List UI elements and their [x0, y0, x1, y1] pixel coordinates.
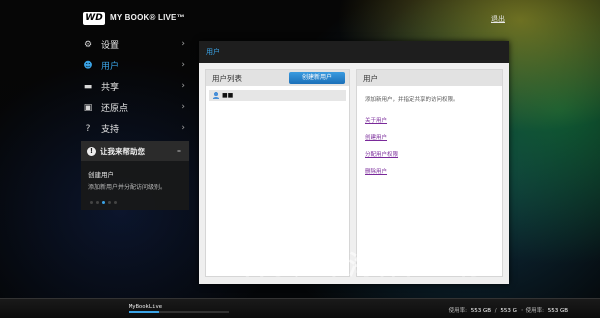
carousel-dot[interactable]	[96, 201, 99, 204]
sidebar-item-label: 用户	[101, 62, 120, 72]
sidebar-item-label: 支持	[101, 125, 120, 135]
status-bar: MyBookLive 使用率: 553 GB / 553 G ◦ 使用率: 55…	[0, 298, 600, 318]
sidebar-item-settings[interactable]: ⚙ 设置 ›	[81, 34, 189, 55]
wd-logo: WD	[83, 12, 105, 25]
carousel-dot[interactable]	[108, 201, 111, 204]
used-value: 553 GB	[547, 308, 568, 314]
user-info-header: 用户	[357, 70, 502, 86]
chevron-right-icon: ›	[181, 102, 185, 112]
capacity-bar-fill	[129, 311, 159, 313]
folder-icon: ▬	[83, 81, 93, 92]
gear-icon: ⚙	[83, 39, 93, 50]
user-icon	[213, 92, 219, 99]
carousel-dot[interactable]	[90, 201, 93, 204]
used-label: 使用率:	[525, 308, 544, 314]
carousel-dots	[90, 201, 117, 204]
collapse-icon[interactable]: –	[177, 146, 181, 155]
product-name: MY BOOK® LIVE™	[110, 13, 185, 22]
carousel-dot-active[interactable]	[102, 201, 105, 204]
logout-link[interactable]: 退出	[491, 14, 505, 24]
watermark-text: 石家庄市海森化工有	[240, 251, 484, 281]
chevron-right-icon: ›	[181, 39, 185, 49]
sidebar-item-users[interactable]: ☻ 用户 ›	[81, 55, 189, 76]
user-name: ■■	[222, 92, 234, 99]
total-value: 553 G	[500, 308, 517, 314]
user-list-header: 用户列表 创建新用户	[206, 70, 349, 86]
create-user-button[interactable]: 创建新用户	[289, 72, 345, 84]
sidebar-item-restore[interactable]: ▣ 还原点 ›	[81, 97, 189, 118]
chevron-right-icon: ›	[181, 123, 185, 133]
help-text: 添加新用户并分配访问级别。	[88, 184, 167, 191]
free-label: 使用率:	[448, 308, 467, 314]
sidebar-item-shares[interactable]: ▬ 共享 ›	[81, 76, 189, 97]
sidebar-item-label: 共享	[101, 83, 120, 93]
sidebar-item-label: 设置	[101, 41, 120, 51]
help-icon: ?	[85, 123, 91, 134]
sidebar-item-support[interactable]: ? 支持 ›	[81, 118, 189, 139]
delete-user-link[interactable]: 删除用户	[365, 167, 502, 175]
capacity-stats: 使用率: 553 GB / 553 G ◦ 使用率: 553 GB	[448, 308, 568, 314]
info-icon: !	[87, 146, 96, 156]
chevron-right-icon: ›	[181, 81, 185, 91]
free-value: 553 GB	[470, 308, 491, 314]
sidebar-nav: ⚙ 设置 › ☻ 用户 › ▬ 共享 › ▣ 还原点 › ? 支持 ›	[81, 34, 189, 139]
restore-icon: ▣	[83, 102, 93, 113]
user-info-description: 添加新用户，并指定共享的访问权限。	[365, 97, 459, 103]
user-list-item[interactable]: ■■	[209, 90, 346, 101]
user-list-title: 用户列表	[212, 73, 242, 83]
capacity-bar	[129, 311, 229, 313]
carousel-dot[interactable]	[114, 201, 117, 204]
device-name: MyBookLive	[129, 304, 163, 310]
user-icon: ☻	[83, 60, 93, 71]
help-panel: ! 让我来帮助您 – 创建用户 添加新用户并分配访问级别。	[81, 141, 189, 210]
sidebar-item-label: 还原点	[101, 104, 129, 114]
chevron-right-icon: ›	[181, 60, 185, 70]
help-panel-title: 让我来帮助您	[100, 146, 145, 156]
create-user-link[interactable]: 创建用户	[365, 133, 502, 141]
help-topic: 创建用户	[88, 171, 114, 179]
about-users-link[interactable]: 关于用户	[365, 116, 502, 124]
section-title: 用户	[199, 41, 509, 63]
help-panel-header[interactable]: ! 让我来帮助您 –	[81, 141, 189, 161]
assign-permissions-link[interactable]: 分配用户权限	[365, 150, 502, 158]
